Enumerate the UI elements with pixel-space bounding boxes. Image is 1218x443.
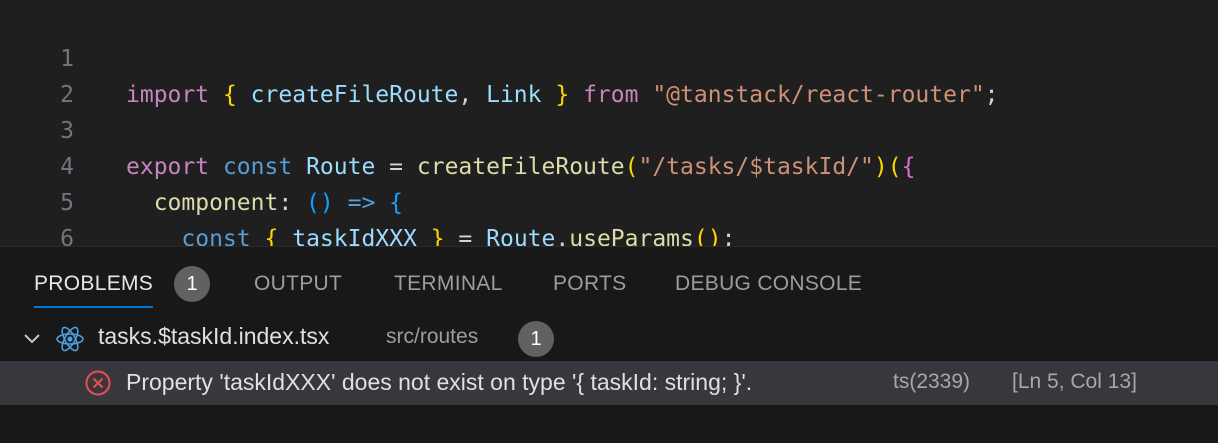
tab-debug-console[interactable]: DEBUG CONSOLE [675, 269, 862, 299]
tab-output[interactable]: OUTPUT [254, 269, 342, 299]
problems-count-badge: 1 [174, 266, 210, 302]
chevron-down-icon[interactable] [22, 329, 42, 349]
tab-ports[interactable]: PORTS [553, 269, 626, 299]
problem-item[interactable]: Property 'taskIdXXX' does not exist on t… [0, 361, 1218, 405]
tab-label: PORTS [553, 272, 627, 295]
code-line: 2 [0, 41, 1218, 108]
tab-label: TERMINAL [394, 272, 503, 295]
tab-label: PROBLEMS [34, 272, 154, 295]
code-line: 7 return ( [0, 221, 1218, 246]
file-path: src/routes [386, 325, 479, 348]
file-problem-count-badge: 1 [518, 321, 554, 357]
tab-label: DEBUG CONSOLE [675, 272, 863, 295]
code-line: 6 [0, 185, 1218, 246]
tab-terminal[interactable]: TERMINAL [394, 269, 503, 299]
react-icon [56, 326, 84, 352]
code-line: 3 export const Route = createFileRoute("… [0, 77, 1218, 180]
file-name: tasks.$taskId.index.tsx [98, 323, 330, 349]
tab-problems[interactable]: PROBLEMS [34, 269, 154, 308]
problem-file-row[interactable]: tasks.$taskId.index.tsx src/routes 1 [0, 317, 1218, 361]
tab-label: OUTPUT [254, 272, 343, 295]
error-icon [85, 370, 111, 396]
code-line: 4 component: () => { [0, 113, 1218, 216]
bottom-panel: PROBLEMS 1 OUTPUT TERMINAL PORTS DEBUG C… [0, 246, 1218, 443]
code-line: 5 const { taskIdXXX } = Route.useParams(… [0, 149, 1218, 246]
problem-source: ts(2339) [893, 370, 971, 393]
problem-message: Property 'taskIdXXX' does not exist on t… [126, 369, 753, 395]
problem-position: [Ln 5, Col 13] [1012, 370, 1137, 393]
code-editor[interactable]: 1 import { createFileRoute, Link } from … [0, 0, 1218, 246]
code-line: 1 import { createFileRoute, Link } from … [0, 5, 1218, 108]
